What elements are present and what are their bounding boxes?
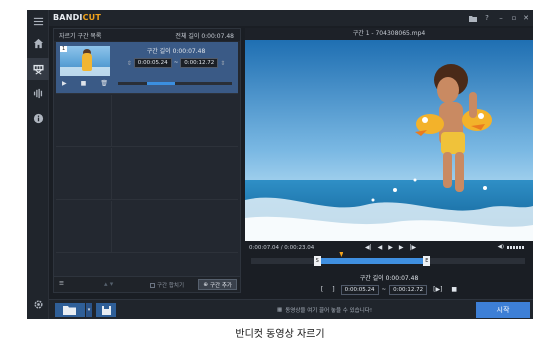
empty-segment-slot: [56, 148, 238, 200]
image-caption: 반디컷 동영상 자르기: [235, 329, 325, 340]
sidebar: [27, 10, 49, 319]
segment-list-footer: ☰ ▴ ▾ 구간 합치기 ⊕ 구간 추가: [54, 276, 240, 292]
move-arrows-icon[interactable]: ▴ ▾: [104, 280, 113, 288]
play-icon[interactable]: ▶: [388, 244, 393, 251]
prev-frame-icon[interactable]: ◀|: [365, 244, 372, 251]
next-frame-icon[interactable]: |▶: [410, 244, 417, 251]
segment-list-title: 자르기 구간 목록: [59, 33, 102, 40]
merge-segments-label: 구간 합치기: [157, 283, 185, 289]
play-selection-icon[interactable]: [▶]: [433, 286, 442, 293]
drop-hint-text: 동영상을 여기 끌어 놓을 수 있습니다!: [285, 308, 373, 314]
close-icon[interactable]: ✕: [520, 12, 532, 24]
list-view-icon[interactable]: ☰: [59, 281, 64, 287]
volume-bar[interactable]: [507, 245, 525, 249]
minimize-icon[interactable]: –: [495, 12, 507, 24]
title-bar: BANDICUT ? – ▫ ✕: [49, 10, 533, 26]
timeline-track[interactable]: S E: [251, 252, 525, 266]
playback-controls: 0:00:07.04 / 0:00:23.04 ◀| ◀ ▶ ▶ |▶ ◀): [245, 243, 533, 254]
transport-buttons: ◀| ◀ ▶ ▶ |▶: [365, 244, 416, 251]
home-icon[interactable]: [27, 32, 49, 54]
bottom-bar: ▾ ▦ 동영상을 여기 끌어 놓을 수 있습니다! 시작: [49, 299, 533, 319]
scissors-icon[interactable]: [27, 58, 49, 80]
open-dropdown-button[interactable]: ▾: [86, 303, 92, 317]
stepper-arrows-icon[interactable]: ⇕: [127, 60, 132, 67]
segment-list-panel: 자르기 구간 목록 전체 길이 0:00:07.48 1 ▶ ■ 🗑 구간 길이…: [53, 28, 241, 293]
volume-control[interactable]: ◀): [498, 244, 525, 250]
film-icon: ▦: [277, 307, 283, 313]
end-handle[interactable]: E: [423, 256, 431, 266]
stop-selection-icon[interactable]: ■: [451, 286, 457, 293]
empty-segment-slot: [56, 95, 238, 147]
play-icon[interactable]: ▶: [62, 80, 67, 87]
menu-icon[interactable]: [27, 10, 49, 32]
set-start-bracket-icon[interactable]: [: [321, 286, 323, 293]
set-end-bracket-icon[interactable]: ]: [332, 286, 334, 293]
save-disk-icon: [101, 305, 111, 315]
settings-gear-icon[interactable]: [27, 293, 49, 315]
speaker-icon[interactable]: ◀): [498, 244, 504, 250]
segment-info: 구간 길이 0:00:07.48 ⇕ 0:00:05.24 ~ 0:00:12.…: [116, 46, 236, 68]
segment-mini-timeline: [118, 82, 232, 85]
stepper-arrows-icon[interactable]: ⇕: [220, 60, 225, 67]
segment-thumb-cell: 1 ▶ ■ 🗑: [56, 42, 112, 94]
open-folder-icon: [63, 306, 76, 315]
range-start-field[interactable]: 0:00:05.24: [340, 284, 379, 295]
maximize-icon[interactable]: ▫: [508, 12, 520, 24]
drop-hint: ▦ 동영상을 여기 끌어 놓을 수 있습니다!: [277, 306, 372, 314]
rewind-icon[interactable]: ◀: [378, 244, 383, 251]
stop-icon[interactable]: ■: [81, 80, 87, 87]
segment-row[interactable]: 1 ▶ ■ 🗑 구간 길이 0:00:07.48 ⇕ 0:00:05.24 ~ …: [56, 42, 238, 94]
segment-start-field[interactable]: 0:00:05.24: [133, 58, 172, 68]
start-handle[interactable]: S: [313, 256, 321, 266]
save-button[interactable]: [96, 303, 116, 317]
help-icon[interactable]: ?: [481, 12, 493, 24]
segment-end-field[interactable]: 0:00:12.72: [180, 58, 219, 68]
preview-title: 구간 1 - 704308065.mp4: [245, 28, 533, 40]
segment-list-header: 자르기 구간 목록 전체 길이 0:00:07.48: [54, 29, 240, 41]
add-segment-label: 구간 추가: [210, 282, 232, 289]
segment-length: 구간 길이 0:00:07.48: [146, 48, 206, 55]
segment-number: 1: [60, 46, 68, 52]
timeline-selection: [316, 258, 427, 264]
app-logo: BANDICUT: [53, 13, 102, 22]
merge-segments-checkbox[interactable]: 구간 합치기: [150, 281, 184, 289]
segment-mini-controls: ▶ ■ 🗑: [60, 79, 110, 88]
segment-range: ⇕ 0:00:05.24 ~ 0:00:12.72 ⇕: [126, 58, 226, 68]
playhead-marker[interactable]: [339, 252, 344, 257]
delete-icon[interactable]: 🗑: [100, 80, 108, 87]
audio-waveform-icon[interactable]: [27, 82, 49, 104]
app-window: BANDICUT ? – ▫ ✕ 자르기 구간 목록 전체 길이 0:00:07…: [27, 10, 533, 319]
next-icon[interactable]: ▶: [399, 244, 404, 251]
add-segment-button[interactable]: ⊕ 구간 추가: [198, 279, 237, 290]
video-preview[interactable]: [245, 40, 533, 241]
time-display: 0:00:07.04 / 0:00:23.04: [249, 245, 315, 251]
folder-icon[interactable]: [467, 12, 479, 24]
selection-range: [ ] 0:00:05.24 ~ 0:00:12.72 [▶] ■: [320, 284, 458, 295]
video-frame: [245, 40, 533, 241]
start-button[interactable]: 시작: [476, 302, 530, 318]
info-icon[interactable]: [27, 107, 49, 129]
segment-thumbnail: [60, 46, 110, 76]
range-end-field[interactable]: 0:00:12.72: [389, 284, 428, 295]
total-length: 전체 길이 0:00:07.48: [175, 33, 234, 40]
empty-segment-slot: [56, 201, 238, 253]
open-file-button[interactable]: [55, 303, 85, 317]
plus-icon: ⊕: [203, 281, 208, 288]
selection-length: 구간 길이 0:00:07.48: [359, 275, 419, 282]
